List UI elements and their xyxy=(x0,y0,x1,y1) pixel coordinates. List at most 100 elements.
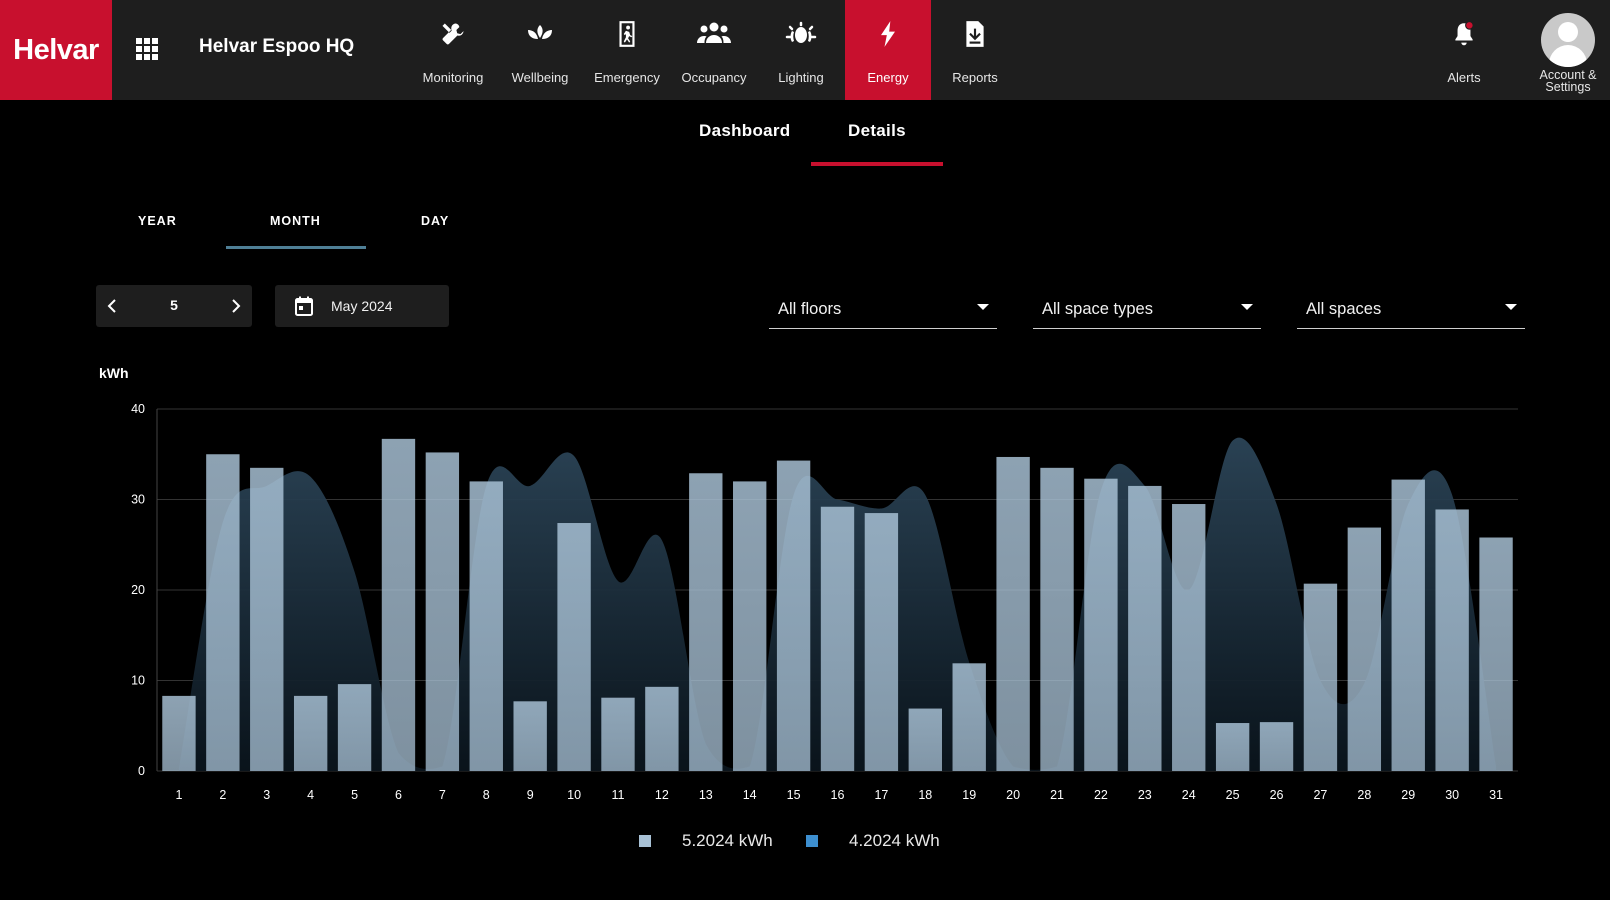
chevron-left-icon xyxy=(107,299,116,313)
bar-day-23 xyxy=(1128,485,1162,771)
avatar-icon xyxy=(1541,13,1595,67)
nav-label: Lighting xyxy=(778,70,824,85)
y-tick-label: 0 xyxy=(138,764,145,778)
x-tick-label: 18 xyxy=(918,788,932,802)
tools-icon xyxy=(410,20,496,52)
date-label: May 2024 xyxy=(331,298,393,314)
nav-label: Occupancy xyxy=(681,70,747,85)
bar-day-19 xyxy=(952,663,986,771)
month-stepper: 5 xyxy=(96,285,252,327)
x-tick-label: 10 xyxy=(567,788,581,802)
x-tick-label: 14 xyxy=(743,788,757,802)
y-tick-label: 10 xyxy=(131,674,145,688)
chevron-right-icon xyxy=(232,299,241,313)
x-tick-label: 29 xyxy=(1401,788,1415,802)
active-period-indicator xyxy=(226,246,366,249)
x-tick-label: 17 xyxy=(874,788,888,802)
x-tick-label: 20 xyxy=(1006,788,1020,802)
account-avatar xyxy=(1524,13,1610,67)
legend-swatch-current xyxy=(639,835,651,847)
x-tick-label: 25 xyxy=(1226,788,1240,802)
x-tick-label: 6 xyxy=(395,788,402,802)
space-type-select-value: All space types xyxy=(1042,300,1153,318)
calendar-icon xyxy=(295,296,313,316)
x-tick-label: 1 xyxy=(175,788,182,802)
nav-wellbeing[interactable]: Wellbeing xyxy=(497,0,583,100)
nav-label: Emergency xyxy=(594,70,660,85)
x-tick-label: 30 xyxy=(1445,788,1459,802)
dropdown-arrow-icon xyxy=(977,304,989,310)
legend-item-previous[interactable]: 4.2024 kWh xyxy=(806,831,940,851)
nav-label: Reports xyxy=(952,70,998,85)
x-tick-label: 22 xyxy=(1094,788,1108,802)
bar-day-26 xyxy=(1259,722,1294,771)
previous-month-button[interactable] xyxy=(96,285,128,327)
floor-select[interactable]: All floors xyxy=(769,292,997,329)
legend-label-current: 5.2024 kWh xyxy=(682,831,773,850)
nav-lighting[interactable]: Lighting xyxy=(758,0,844,100)
x-tick-label: 24 xyxy=(1182,788,1196,802)
bar-day-4 xyxy=(293,695,328,771)
nav-occupancy[interactable]: Occupancy xyxy=(671,0,757,100)
nav-monitoring[interactable]: Monitoring xyxy=(410,0,496,100)
y-tick-label: 30 xyxy=(131,493,145,507)
space-type-select[interactable]: All space types xyxy=(1033,292,1261,329)
bar-day-11 xyxy=(601,697,635,771)
nav-alerts[interactable]: Alerts xyxy=(1421,0,1507,100)
apps-grid-icon[interactable] xyxy=(136,38,158,60)
tab-details[interactable]: Details xyxy=(848,121,906,141)
space-select[interactable]: All spaces xyxy=(1297,292,1525,329)
tab-year[interactable]: YEAR xyxy=(138,214,177,228)
x-tick-label: 11 xyxy=(611,788,624,802)
bar-day-5 xyxy=(337,684,372,771)
bar-day-3 xyxy=(250,467,284,771)
bar-day-7 xyxy=(425,452,460,771)
energy-chart: 0102030401 2 3 4 5 6 7 8 9 10 11 12 13 14 15 16 17 18 19 20… xyxy=(131,402,1518,802)
bar-day-28 xyxy=(1347,527,1382,771)
x-tick-label: 26 xyxy=(1270,788,1284,802)
nav-emergency[interactable]: Emergency xyxy=(584,0,670,100)
legend-item-current[interactable]: 5.2024 kWh xyxy=(639,831,773,851)
bar-day-9 xyxy=(513,701,547,771)
x-tick-label: 28 xyxy=(1357,788,1371,802)
bar-day-18 xyxy=(908,708,942,771)
x-tick-label: 13 xyxy=(699,788,713,802)
bar-day-15 xyxy=(776,460,811,771)
bar-day-22 xyxy=(1084,478,1118,771)
nav-reports[interactable]: Reports xyxy=(932,0,1018,100)
site-title[interactable]: Helvar Espoo HQ xyxy=(199,36,354,58)
tab-month[interactable]: MONTH xyxy=(270,214,321,228)
bell-icon xyxy=(1421,20,1507,52)
bar-day-1 xyxy=(162,695,196,771)
x-tick-label: 27 xyxy=(1313,788,1327,802)
people-icon xyxy=(671,20,757,52)
bar-day-31 xyxy=(1479,537,1513,771)
date-picker[interactable]: May 2024 xyxy=(275,285,449,327)
bar-day-8 xyxy=(469,481,503,771)
x-tick-label: 4 xyxy=(307,788,314,802)
x-tick-label: 15 xyxy=(787,788,801,802)
x-tick-label: 5 xyxy=(351,788,358,802)
next-month-button[interactable] xyxy=(220,285,252,327)
nav-label: Wellbeing xyxy=(511,70,569,85)
bar-day-16 xyxy=(820,506,855,771)
top-navigation-bar: Helvar Helvar Espoo HQ Monitoring Wellbe… xyxy=(0,0,1610,100)
y-tick-label: 40 xyxy=(131,402,145,416)
bar-day-27 xyxy=(1303,583,1338,771)
x-tick-label: 8 xyxy=(483,788,490,802)
nav-energy[interactable]: Energy xyxy=(845,0,931,100)
bar-day-20 xyxy=(996,456,1030,771)
report-download-icon xyxy=(932,20,1018,52)
nav-account-settings[interactable]: Account & Settings xyxy=(1524,0,1610,100)
tab-day[interactable]: DAY xyxy=(421,214,449,228)
helvar-logo[interactable]: Helvar xyxy=(0,0,112,100)
x-tick-label: 31 xyxy=(1489,788,1503,802)
bar-day-25 xyxy=(1215,723,1250,771)
nav-label: Account & Settings xyxy=(1518,69,1610,94)
x-tick-label: 16 xyxy=(831,788,845,802)
dropdown-arrow-icon xyxy=(1505,304,1517,310)
dropdown-arrow-icon xyxy=(1241,304,1253,310)
bar-day-13 xyxy=(689,473,723,771)
tab-dashboard[interactable]: Dashboard xyxy=(699,121,791,141)
light-icon xyxy=(758,20,844,52)
